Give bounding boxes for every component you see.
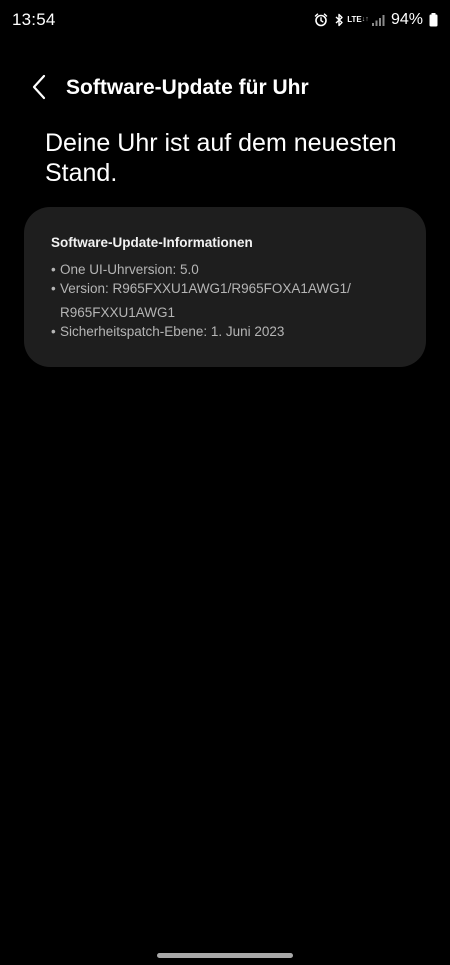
- lte-label: LTE: [347, 15, 362, 24]
- info-text: Sicherheitspatch-Ebene: 1. Juni 2023: [60, 324, 285, 339]
- info-line-version: • Version: R965FXXU1AWG1/R965FOXA1AWG1/: [51, 281, 351, 296]
- info-text: Version: R965FXXU1AWG1/R965FOXA1AWG1/: [60, 281, 351, 296]
- software-update-info-card: Software-Update-Informationen • One UI-Uh…: [24, 207, 426, 367]
- back-button[interactable]: [22, 72, 56, 106]
- alarm-icon: [314, 13, 328, 27]
- status-time: 13:54: [12, 10, 56, 29]
- battery-percentage: 94%: [390, 11, 423, 28]
- status-bar: 13:54 LTE ↓↑ 94%: [0, 0, 450, 40]
- info-line-version-cont: R965FXXU1AWG1: [60, 305, 175, 320]
- bullet: •: [51, 324, 56, 339]
- data-arrows-icon: ↓↑: [361, 16, 369, 23]
- battery-icon: [429, 13, 438, 27]
- info-text: R965FXXU1AWG1: [60, 305, 176, 320]
- chevron-left-icon: [31, 74, 47, 105]
- info-line-security-patch: • Sicherheitspatch-Ebene: 1. Juni 2023: [51, 324, 284, 339]
- update-status-headline: Deine Uhr ist auf dem neuesten Stand.: [45, 129, 397, 187]
- lte-icon: LTE ↓↑: [347, 15, 369, 24]
- bullet: •: [51, 281, 56, 296]
- info-line-ui-version: • One UI-Uhrversion: 5.0: [51, 262, 199, 277]
- page-title: Software-Update für Uhr: [66, 76, 309, 99]
- gesture-nav-handle[interactable]: [157, 953, 293, 958]
- app-header: Software-Update für Uhr: [0, 68, 450, 112]
- bluetooth-icon: [334, 13, 344, 27]
- bullet: •: [51, 262, 56, 277]
- signal-icon: [371, 14, 385, 26]
- info-text: One UI-Uhrversion: 5.0: [60, 262, 199, 277]
- status-icons: LTE ↓↑ 94%: [314, 9, 438, 31]
- card-title: Software-Update-Informationen: [51, 235, 253, 250]
